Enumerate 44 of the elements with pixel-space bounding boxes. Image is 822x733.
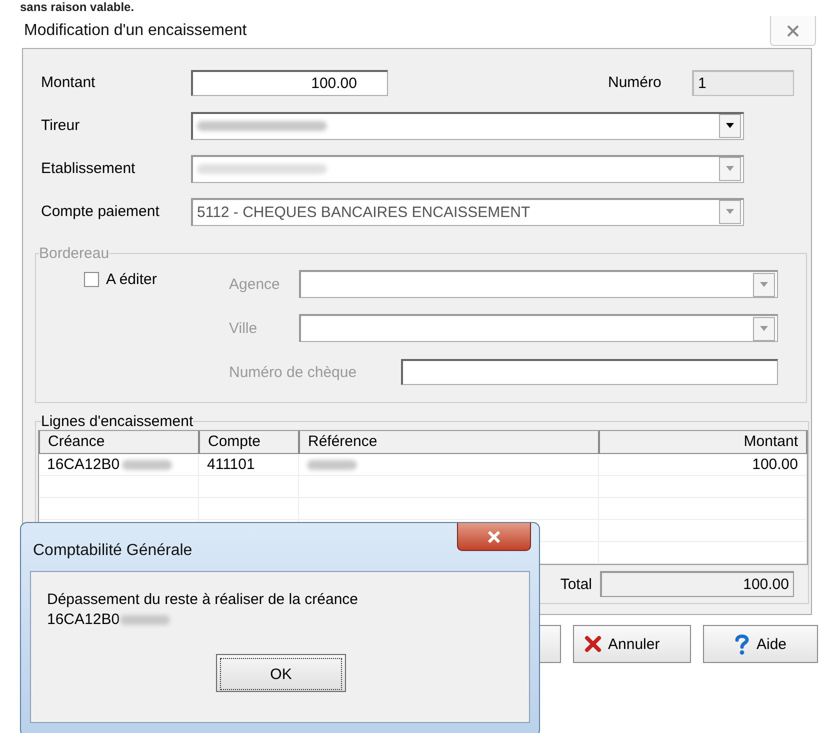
ok-button[interactable]: OK [216, 654, 346, 692]
total-label: Total [560, 576, 592, 592]
field-label: Ville [229, 320, 258, 336]
close-icon [786, 24, 800, 38]
amount-field[interactable]: 100.00 [191, 70, 388, 96]
field-label: Agence [229, 276, 281, 292]
dropdown-arrow-icon [725, 209, 735, 215]
dropdown-field[interactable] [299, 270, 778, 298]
column-header[interactable]: Référence [299, 431, 599, 454]
total-field: 100.00 [600, 571, 794, 597]
help-button[interactable]: Aide [703, 625, 818, 663]
group-title: Bordereau [39, 245, 110, 262]
dropdown-field[interactable] [191, 112, 744, 140]
question-mark-icon [734, 633, 750, 655]
close-button[interactable] [457, 523, 531, 551]
field-label: Numéro de chèque [229, 364, 358, 380]
checkbox-label: A éditer [106, 270, 157, 288]
message-text: Dépassement du reste à réaliser de la créance [47, 590, 360, 610]
dropdown-field[interactable] [299, 314, 778, 342]
field-label: Tireur [40, 117, 81, 134]
message-text: 16CA12B0 [47, 610, 120, 630]
cell-text: 411101 [207, 456, 255, 473]
window-title: Modification d'un encaissement [24, 22, 247, 40]
column-header[interactable]: Montant [599, 431, 807, 454]
group-title: Lignes d'encaissement [41, 413, 194, 430]
check-number-field[interactable] [401, 359, 778, 385]
cell-text: 100.00 [752, 456, 798, 473]
caption-text: sans raison valable. [19, 0, 136, 14]
cancel-button[interactable]: Annuler [573, 625, 691, 663]
close-icon [487, 530, 501, 542]
number-field: 1 [692, 70, 794, 96]
field-label: Numéro [608, 74, 662, 91]
field-label: Etablissement [40, 160, 136, 177]
dropdown-arrow-icon [759, 282, 769, 288]
cell-text: 16CA12B0 [47, 456, 120, 473]
dropdown-arrow-icon [725, 166, 735, 172]
dropdown-arrow-icon [759, 326, 769, 332]
field-label: Compte paiement [40, 203, 160, 220]
cross-icon [584, 635, 602, 653]
column-header[interactable]: Compte [199, 431, 299, 454]
dialog-title: Comptabilité Générale [33, 542, 192, 560]
dropdown-arrow-icon [725, 123, 735, 129]
field-label: Montant [40, 74, 96, 91]
column-header[interactable]: Créance [39, 431, 199, 454]
